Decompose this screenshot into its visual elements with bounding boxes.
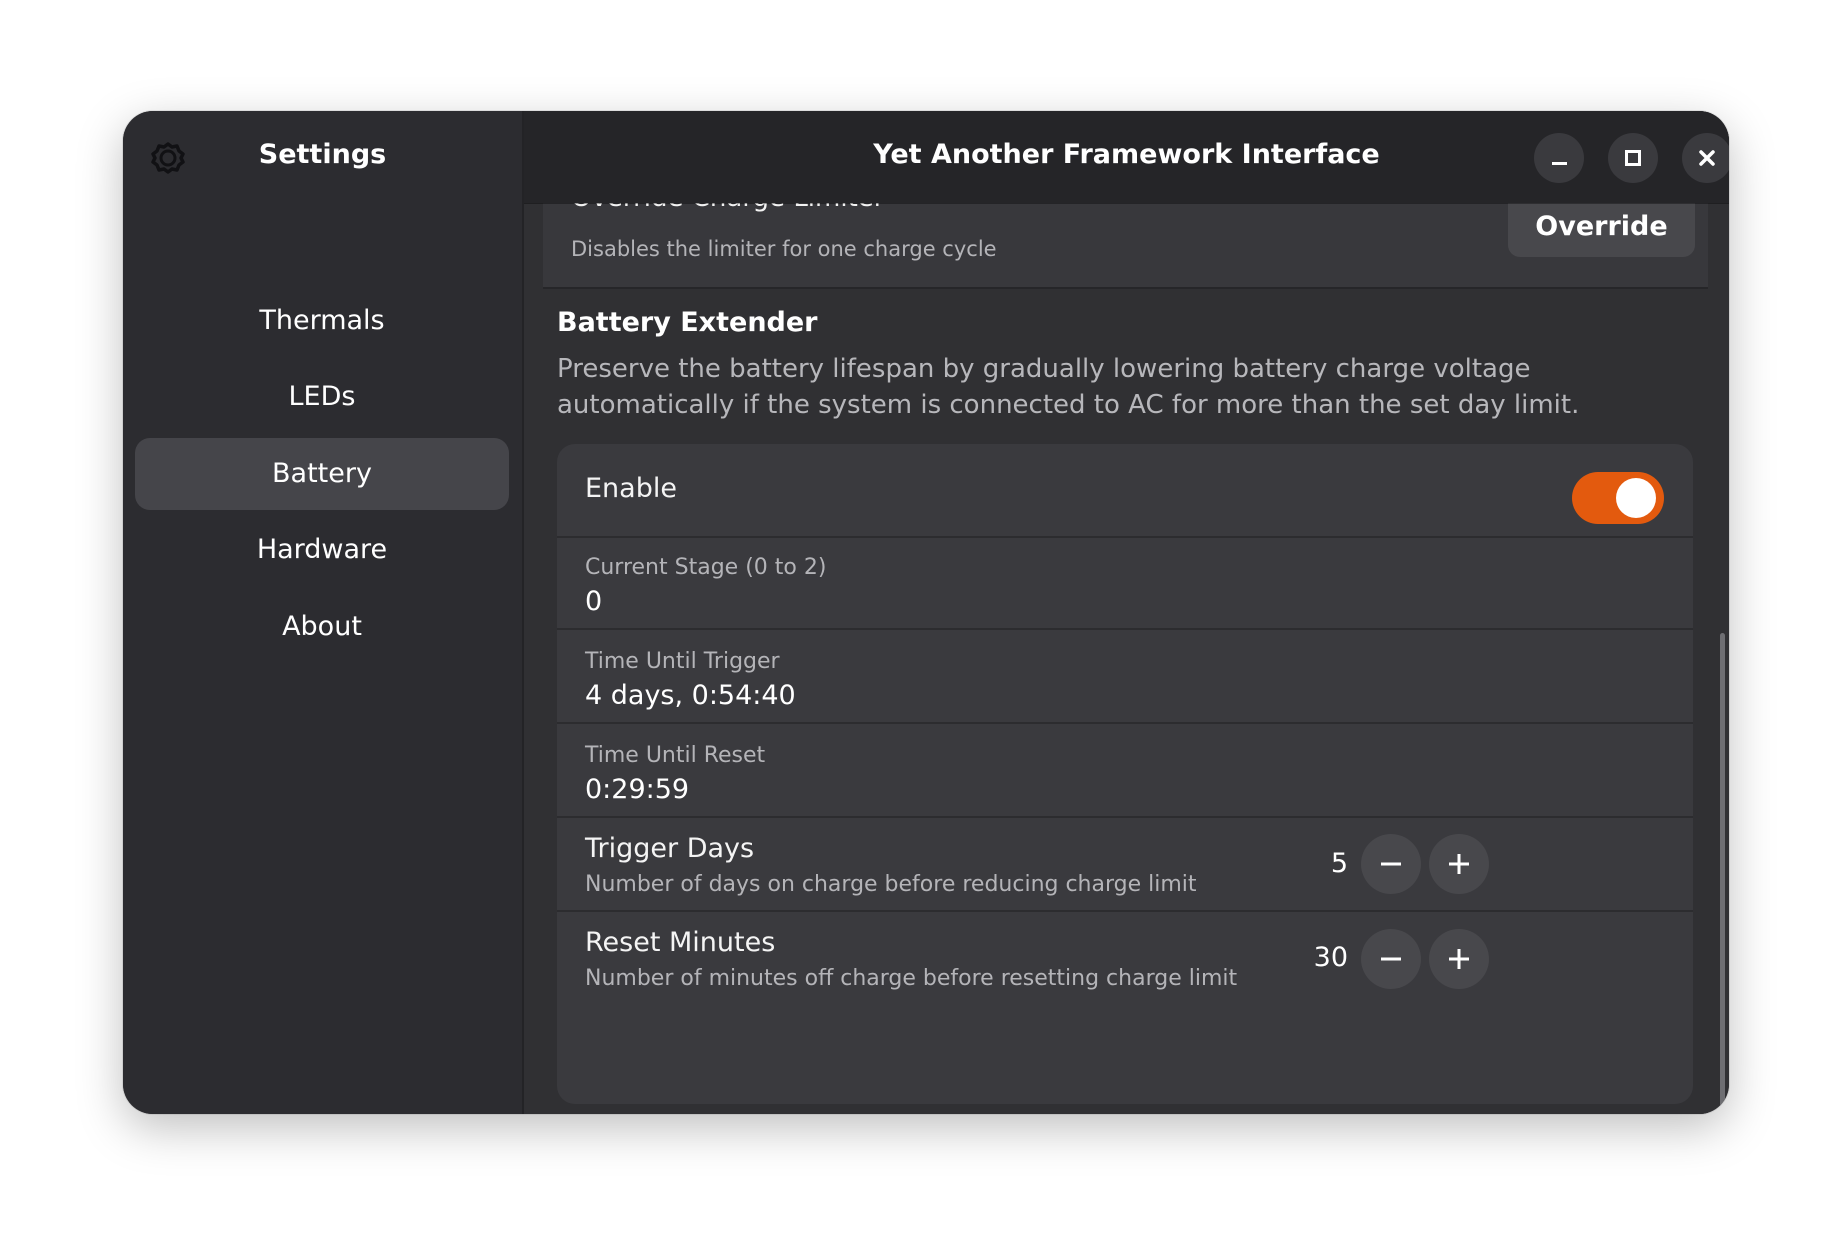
current-stage-row: Current Stage (0 to 2) 0 xyxy=(557,536,1693,630)
trigger-days-value[interactable]: 5 xyxy=(1288,848,1348,879)
time-until-reset-row: Time Until Reset 0:29:59 xyxy=(557,724,1693,818)
reset-minutes-subtitle: Number of minutes off charge before rese… xyxy=(585,966,1238,991)
maximize-icon xyxy=(1625,150,1641,166)
minimize-icon xyxy=(1552,162,1567,165)
sidebar-item-battery[interactable]: Battery xyxy=(135,438,509,510)
minus-icon xyxy=(1381,957,1401,961)
battery-extender-description: Preserve the battery lifespan by gradual… xyxy=(557,354,1580,420)
scrollbar[interactable] xyxy=(1720,633,1725,1114)
close-button[interactable] xyxy=(1682,133,1729,183)
toggle-knob xyxy=(1616,478,1656,518)
reset-minutes-row: Reset Minutes Number of minutes off char… xyxy=(557,912,1693,1006)
trigger-days-row: Trigger Days Number of days on charge be… xyxy=(557,818,1693,912)
scroll-content[interactable]: Override Charge Limiter Disables the lim… xyxy=(524,203,1729,1114)
current-stage-label: Current Stage (0 to 2) xyxy=(585,555,827,580)
override-charge-limiter-subtitle: Disables the limiter for one charge cycl… xyxy=(571,237,997,261)
sidebar-title: Settings xyxy=(258,139,387,170)
time-until-trigger-label: Time Until Trigger xyxy=(585,649,780,674)
reset-minutes-increment-button[interactable] xyxy=(1429,929,1489,989)
trigger-days-label: Trigger Days xyxy=(585,833,755,864)
battery-extender-title: Battery Extender xyxy=(557,307,818,338)
app-window: Settings Thermals LEDs Battery Hardware … xyxy=(123,111,1729,1114)
enable-row[interactable]: Enable xyxy=(557,444,1693,538)
close-icon xyxy=(1699,150,1715,166)
minus-icon xyxy=(1381,862,1401,866)
sidebar-item-hardware[interactable]: Hardware xyxy=(135,514,509,586)
time-until-trigger-value: 4 days, 0:54:40 xyxy=(585,680,796,711)
override-button[interactable]: Override xyxy=(1508,203,1695,257)
time-until-trigger-row: Time Until Trigger 4 days, 0:54:40 xyxy=(557,630,1693,724)
reset-minutes-decrement-button[interactable] xyxy=(1361,929,1421,989)
sidebar-item-leds[interactable]: LEDs xyxy=(135,361,509,433)
time-until-reset-label: Time Until Reset xyxy=(585,743,766,768)
override-charge-limiter-title: Override Charge Limiter xyxy=(571,203,884,213)
sidebar-header: Settings xyxy=(123,111,522,201)
trigger-days-subtitle: Number of days on charge before reducing… xyxy=(585,872,1197,897)
trigger-days-increment-button[interactable] xyxy=(1429,834,1489,894)
header-bar: Yet Another Framework Interface xyxy=(524,111,1729,203)
enable-toggle[interactable] xyxy=(1572,472,1664,524)
plus-icon xyxy=(1449,949,1469,969)
sidebar: Settings Thermals LEDs Battery Hardware … xyxy=(123,111,524,1114)
battery-extender-card: Enable Current Stage (0 to 2) 0 Time Unt… xyxy=(557,444,1693,1104)
plus-icon xyxy=(1449,854,1469,874)
sidebar-item-thermals[interactable]: Thermals xyxy=(135,285,509,357)
minimize-button[interactable] xyxy=(1534,133,1584,183)
battery-extender-section: Battery Extender Preserve the battery li… xyxy=(543,289,1708,1114)
sidebar-item-about[interactable]: About xyxy=(135,591,509,663)
reset-minutes-label: Reset Minutes xyxy=(585,927,776,958)
override-charge-limiter-row: Override Charge Limiter Disables the lim… xyxy=(543,203,1708,289)
reset-minutes-value[interactable]: 30 xyxy=(1288,942,1348,973)
time-until-reset-value: 0:29:59 xyxy=(585,774,690,805)
enable-label: Enable xyxy=(585,473,677,504)
maximize-button[interactable] xyxy=(1608,133,1658,183)
main-pane: Yet Another Framework Interface Override… xyxy=(524,111,1729,1114)
current-stage-value: 0 xyxy=(585,586,603,617)
trigger-days-decrement-button[interactable] xyxy=(1361,834,1421,894)
